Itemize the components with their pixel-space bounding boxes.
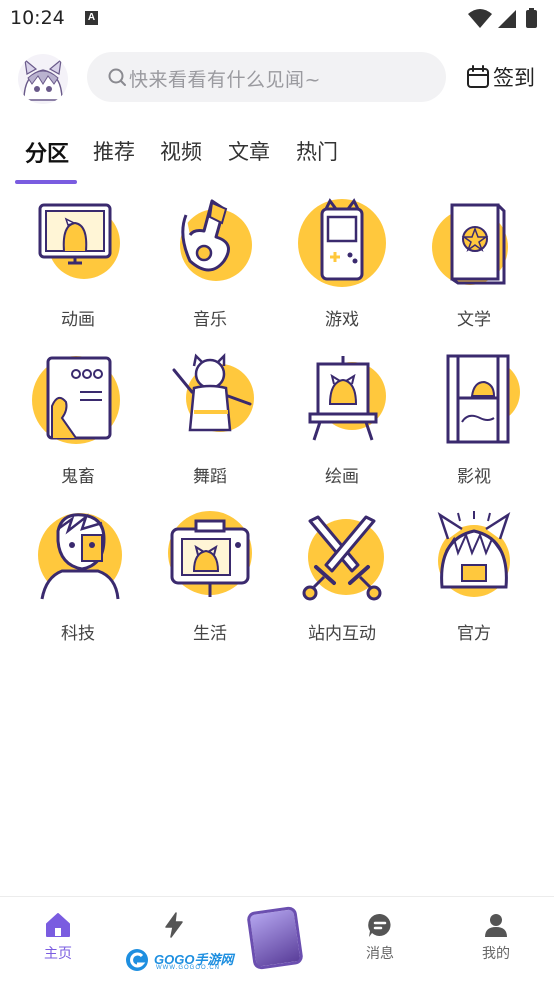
tab-bar: 分区 推荐 视频 文章 热门 [0,130,554,186]
category-label: 绘画 [325,467,359,487]
category-animation[interactable]: 动画 [12,195,144,345]
category-film[interactable]: 影视 [408,352,540,502]
category-label: 鬼畜 [61,467,95,487]
dancer-icon [172,352,254,432]
nav-label: 消息 [366,946,394,962]
category-official[interactable]: 官方 [408,509,540,659]
lightning-icon [165,912,183,938]
bottom-nav: 主页 GOGO手游网 WWW.GOGOO.CN 消息 我的 [0,896,554,984]
nav-home[interactable]: 主页 [18,911,98,971]
category-label: 科技 [61,624,95,644]
easel-icon [308,356,386,441]
tab-hot[interactable]: 热门 [296,136,338,166]
film-icon [446,354,520,444]
search-input[interactable]: 快来看看有什么见闻~ [87,52,446,102]
category-label: 文学 [457,310,491,330]
wifi-icon [468,9,492,28]
nav-label: 主页 [44,946,72,962]
camera-icon [168,511,252,597]
category-life[interactable]: 生活 [144,509,276,659]
category-kichiku[interactable]: 鬼畜 [12,352,144,502]
checkin-button[interactable]: 签到 [466,61,535,93]
monitor-icon [38,203,120,279]
header: 快来看看有什么见闻~ 签到 [0,46,554,108]
poster-icon [32,356,120,444]
category-tech[interactable]: 科技 [12,509,144,659]
category-label: 动画 [61,310,95,330]
category-game[interactable]: 游戏 [276,195,408,345]
category-interaction[interactable]: 站内互动 [276,509,408,659]
battery-icon [526,10,537,28]
signal-icon [498,10,516,28]
profile-icon [485,914,507,937]
checkin-label: 签到 [493,66,535,90]
category-label: 站内互动 [308,624,376,644]
category-label: 舞蹈 [193,467,227,487]
book-icon [432,203,508,285]
calendar-icon [467,65,489,88]
nav-profile[interactable]: 我的 [456,911,536,971]
guitar-icon [180,199,252,281]
category-dance[interactable]: 舞蹈 [144,352,276,502]
home-icon [46,913,70,937]
category-label: 音乐 [193,310,227,330]
status-bar: 10:24 A [0,0,554,38]
tab-article[interactable]: 文章 [228,136,270,166]
mascot-icon [437,511,511,597]
tab-zone[interactable]: 分区 [25,136,69,168]
category-label: 游戏 [325,310,359,330]
tab-video[interactable]: 视频 [160,136,202,166]
category-label: 影视 [457,467,491,487]
gameboy-icon [298,198,386,287]
search-icon [108,68,126,86]
watermark-sub: WWW.GOGOO.CN [156,965,220,971]
category-drawing[interactable]: 绘画 [276,352,408,502]
search-placeholder: 快来看看有什么见闻~ [129,69,321,91]
category-label: 官方 [457,624,491,644]
cyborg-icon [38,513,122,600]
nav-label: 我的 [482,946,510,962]
avatar[interactable] [18,54,68,104]
category-literature[interactable]: 文学 [408,195,540,345]
notification-a-icon: A [85,11,98,25]
status-time: 10:24 [10,7,65,29]
watermark-logo-icon [126,949,148,971]
tab-indicator [15,180,77,184]
status-icons [468,8,537,28]
category-label: 生活 [193,624,227,644]
tab-recommend[interactable]: 推荐 [93,136,135,166]
nav-messages[interactable]: 消息 [340,911,420,971]
category-music[interactable]: 音乐 [144,195,276,345]
swords-icon [302,515,384,601]
message-icon [368,913,391,937]
cat-girl-avatar-icon [23,58,63,101]
watermark: GOGO手游网 WWW.GOGOO.CN [124,947,234,975]
center-thumbnail[interactable] [246,905,304,971]
